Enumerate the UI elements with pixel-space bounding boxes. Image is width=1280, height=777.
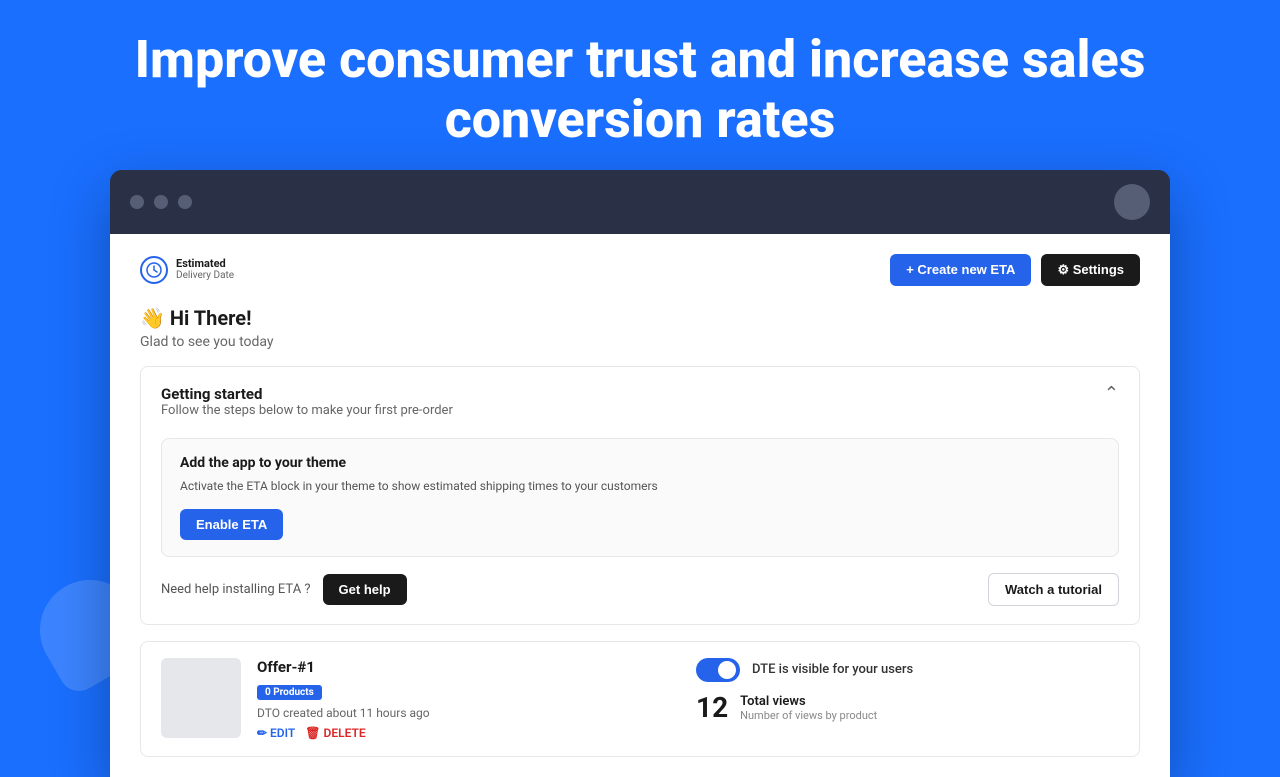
greeting-emoji: 👋	[140, 306, 165, 330]
dte-toggle-row: DTE is visible for your users	[696, 658, 1119, 682]
collapse-chevron-icon[interactable]: ⌃	[1104, 385, 1119, 403]
watch-tutorial-button[interactable]: Watch a tutorial	[988, 573, 1119, 606]
hero-section: Improve consumer trust and increase sale…	[0, 0, 1280, 170]
help-row: Need help installing ETA ? Get help Watc…	[161, 573, 1119, 606]
getting-started-header: Getting started Follow the steps below t…	[161, 385, 1119, 434]
hero-title: Improve consumer trust and increase sale…	[100, 30, 1180, 150]
logo-area: Estimated Delivery Date	[140, 256, 234, 284]
getting-started-card: Getting started Follow the steps below t…	[140, 366, 1140, 625]
help-text: Need help installing ETA ?	[161, 582, 311, 597]
logo-line1: Estimated	[176, 258, 234, 270]
browser-window: Estimated Delivery Date + Create new ETA…	[110, 170, 1170, 777]
offer-thumbnail	[161, 658, 241, 738]
offer-badge: 0 Products	[257, 685, 322, 700]
top-bar: Estimated Delivery Date + Create new ETA…	[140, 254, 1140, 286]
offer-card: Offer-#1 0 Products DTO created about 11…	[140, 641, 1140, 757]
top-buttons: + Create new ETA ⚙ Settings	[890, 254, 1140, 286]
create-eta-button[interactable]: + Create new ETA	[890, 254, 1031, 286]
offer-info: Offer-#1 0 Products DTO created about 11…	[257, 658, 680, 740]
views-count: 12	[696, 694, 728, 722]
edit-link[interactable]: ✏ EDIT	[257, 726, 295, 740]
inner-card-title: Add the app to your theme	[180, 455, 1100, 471]
views-title: Total views	[740, 694, 877, 709]
browser-bar	[110, 170, 1170, 234]
add-theme-card: Add the app to your theme Activate the E…	[161, 438, 1119, 557]
views-text: Total views Number of views by product	[740, 694, 877, 722]
getting-started-desc: Follow the steps below to make your firs…	[161, 403, 453, 418]
browser-dot-2	[154, 195, 168, 209]
browser-dot-1	[130, 195, 144, 209]
settings-button[interactable]: ⚙ Settings	[1041, 254, 1140, 286]
greeting-section: 👋 Hi There! Glad to see you today	[140, 306, 1140, 350]
get-help-button[interactable]: Get help	[323, 574, 407, 605]
offer-actions: ✏ EDIT 🗑 DELETE	[257, 726, 680, 740]
delete-link[interactable]: 🗑 DELETE	[305, 726, 365, 740]
offer-created: DTO created about 11 hours ago	[257, 706, 680, 720]
greeting-hi: Hi There!	[170, 306, 252, 330]
greeting-title: 👋 Hi There!	[140, 306, 1140, 330]
getting-started-titles: Getting started Follow the steps below t…	[161, 385, 453, 434]
app-content: Estimated Delivery Date + Create new ETA…	[110, 234, 1170, 777]
logo-icon	[140, 256, 168, 284]
dte-toggle[interactable]	[696, 658, 740, 682]
browser-dot-3	[178, 195, 192, 209]
logo-text: Estimated Delivery Date	[176, 258, 234, 281]
offer-stats: DTE is visible for your users 12 Total v…	[696, 658, 1119, 722]
enable-eta-button[interactable]: Enable ETA	[180, 509, 283, 540]
views-row: 12 Total views Number of views by produc…	[696, 694, 1119, 722]
dte-label: DTE is visible for your users	[752, 662, 913, 677]
getting-started-title: Getting started	[161, 385, 453, 403]
offer-name: Offer-#1	[257, 658, 680, 676]
user-avatar	[1114, 184, 1150, 220]
help-left: Need help installing ETA ? Get help	[161, 574, 407, 605]
inner-card-desc: Activate the ETA block in your theme to …	[180, 477, 1100, 495]
logo-line2: Delivery Date	[176, 270, 234, 281]
greeting-subtitle: Glad to see you today	[140, 334, 1140, 350]
